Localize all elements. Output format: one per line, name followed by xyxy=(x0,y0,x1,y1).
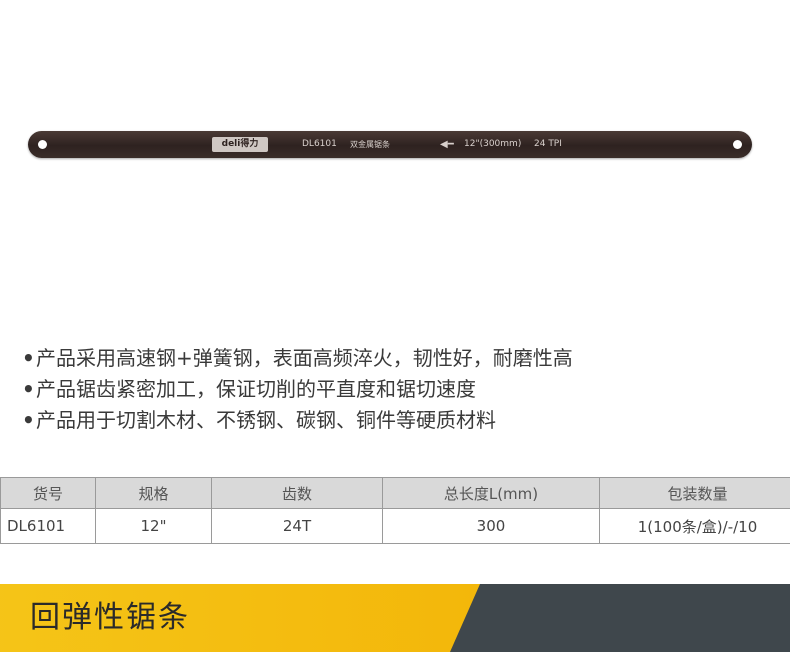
saw-blade-image: deli得力 DL6101 双金属锯条 ◀━ 12"(300mm) 24 TPI xyxy=(28,131,752,158)
table-row: DL6101 12" 24T 300 1(100条/盒)/-/10 xyxy=(0,508,790,544)
cell-item-number: DL6101 xyxy=(0,508,96,544)
blade-arrow-icon: ◀━ xyxy=(440,139,454,150)
blade-hole-left xyxy=(38,140,47,149)
bullet-icon: • xyxy=(22,408,35,432)
feature-item: •产品采用高速钢+弹簧钢，表面高频淬火，韧性好，耐磨性高 xyxy=(22,343,573,374)
spec-table: 货号 规格 齿数 总长度L(mm) 包装数量 DL6101 12" 24T 30… xyxy=(0,477,790,544)
cell-package: 1(100条/盒)/-/10 xyxy=(599,508,790,544)
header-teeth: 齿数 xyxy=(211,477,383,509)
feature-text: 产品用于切割木材、不锈钢、碳钢、铜件等硬质材料 xyxy=(36,408,496,432)
header-item-number: 货号 xyxy=(0,477,96,509)
blade-hole-right xyxy=(733,140,742,149)
cell-teeth: 24T xyxy=(211,508,383,544)
feature-item: •产品用于切割木材、不锈钢、碳钢、铜件等硬质材料 xyxy=(22,405,573,436)
blade-tpi-text: 24 TPI xyxy=(534,139,562,149)
table-header-row: 货号 规格 齿数 总长度L(mm) 包装数量 xyxy=(0,477,790,509)
header-package: 包装数量 xyxy=(599,477,790,509)
blade-name-text: 双金属锯条 xyxy=(350,140,390,149)
header-spec: 规格 xyxy=(95,477,212,509)
cell-spec: 12" xyxy=(95,508,212,544)
header-length: 总长度L(mm) xyxy=(382,477,600,509)
blade-length-text: 12"(300mm) xyxy=(464,139,522,149)
feature-text: 产品采用高速钢+弹簧钢，表面高频淬火，韧性好，耐磨性高 xyxy=(36,346,573,370)
feature-item: •产品锯齿紧密加工，保证切削的平直度和锯切速度 xyxy=(22,374,573,405)
feature-text: 产品锯齿紧密加工，保证切削的平直度和锯切速度 xyxy=(36,377,476,401)
cell-length: 300 xyxy=(382,508,600,544)
blade-model-text: DL6101 xyxy=(302,139,337,149)
section-banner: 回弹性锯条 xyxy=(0,584,790,652)
blade-brand-logo: deli得力 xyxy=(212,137,268,152)
banner-title: 回弹性锯条 xyxy=(30,600,190,635)
feature-list: •产品采用高速钢+弹簧钢，表面高频淬火，韧性好，耐磨性高 •产品锯齿紧密加工，保… xyxy=(22,343,573,436)
bullet-icon: • xyxy=(22,377,35,401)
bullet-icon: • xyxy=(22,346,35,370)
